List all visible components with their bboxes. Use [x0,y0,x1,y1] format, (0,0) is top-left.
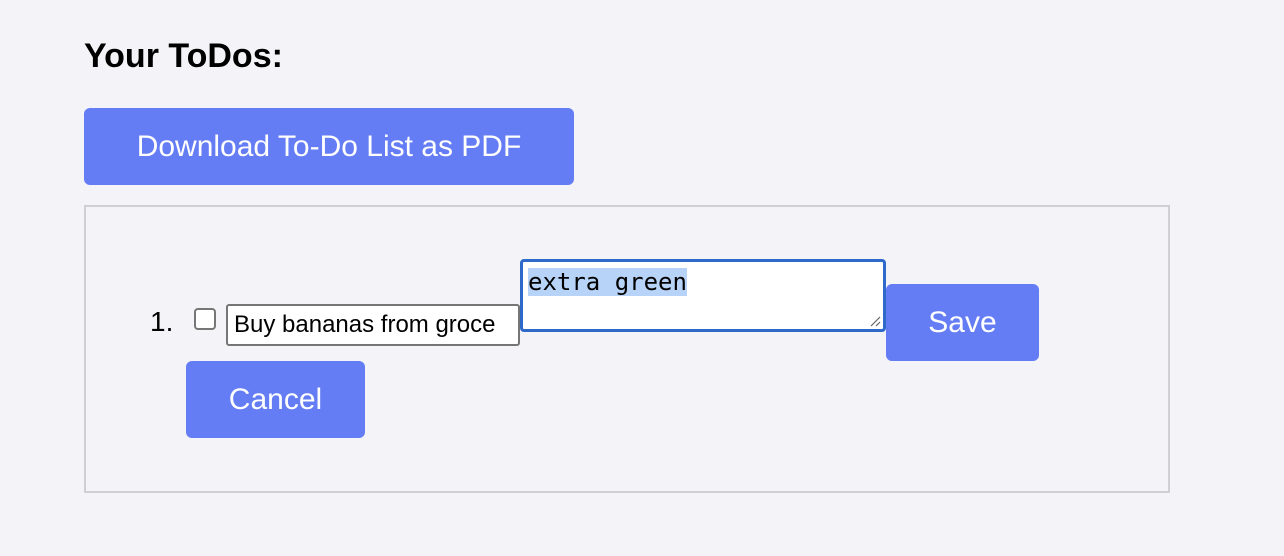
todo-text-input[interactable]: Buy bananas from groce [226,304,520,346]
todo-note-textarea[interactable]: extra green [520,259,886,332]
todo-page: Your ToDos: Download To-Do List as PDF 1… [0,0,1284,556]
save-button[interactable]: Save [886,284,1039,361]
page-title: Your ToDos: [84,37,283,75]
note-selected-text: extra green [528,268,687,296]
list-item-number: 1. [150,306,174,337]
download-pdf-button[interactable]: Download To-Do List as PDF [84,108,574,185]
todo-complete-checkbox[interactable] [194,308,216,330]
resize-grip-icon[interactable] [869,315,881,327]
cancel-button[interactable]: Cancel [186,361,365,438]
